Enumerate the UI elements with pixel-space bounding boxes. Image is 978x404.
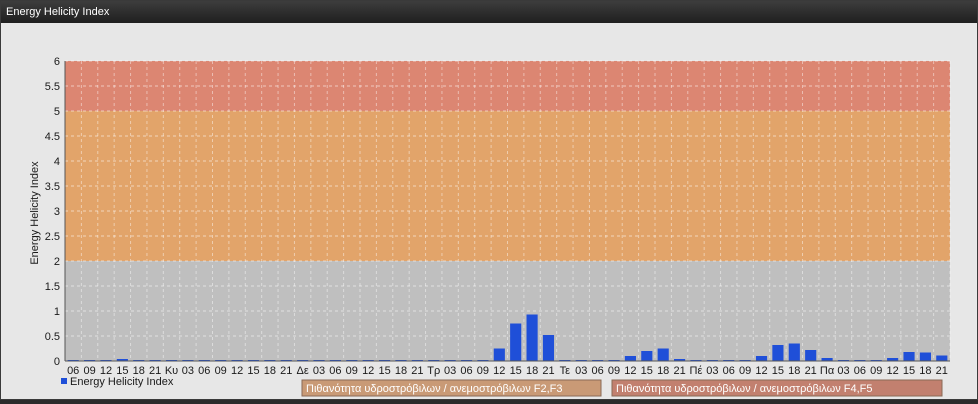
bar [526,314,538,361]
x-tick-label: 21 [411,365,423,377]
x-tick-label: 12 [362,365,374,377]
bar [624,356,636,361]
x-tick-label: Τρ [427,365,440,377]
y-tick-label: 2.5 [45,231,60,243]
bar [805,350,817,361]
bar [641,351,653,361]
x-tick-label: 12 [755,365,767,377]
x-tick-label: Πα [820,365,835,377]
legend-swatch-ehi [61,378,67,384]
y-tick-label: 0 [54,356,60,368]
x-tick-label: 09 [477,365,489,377]
x-tick-label: 06 [854,365,866,377]
y-tick-label: 0.5 [45,331,60,343]
y-tick-label: 5.5 [45,81,60,93]
bar [493,348,505,361]
band-legend-label-1: Πιθανότητα υδροστρόβιλων / ανεμοστρόβιλω… [306,383,563,395]
y-tick-label: 3 [54,206,60,218]
bar [788,343,800,361]
x-tick-label: 06 [592,365,604,377]
x-tick-label: 09 [608,365,620,377]
x-tick-label: 12 [887,365,899,377]
y-tick-label: 4 [54,156,60,168]
x-tick-label: 21 [542,365,554,377]
chart-panel: Energy Helicity Index 0 0.5 1 1.5 2 2.5 3 3.5 4 4… [0,0,978,400]
x-tick-label: 03 [706,365,718,377]
bar [919,352,931,361]
x-tick-label: 21 [280,365,292,377]
y-tick-label: 5 [54,106,60,118]
x-tick-label: 15 [247,365,259,377]
panel-title: Energy Helicity Index [1,1,977,23]
x-tick-label: 12 [231,365,243,377]
x-tick-label: Δε [297,365,309,377]
x-tick-label: 18 [657,365,669,377]
x-tick-label: 15 [378,365,390,377]
x-tick-label: 12 [493,365,505,377]
x-tick-label: 03 [182,365,194,377]
x-tick-label: 21 [805,365,817,377]
band-legend-label-2: Πιθανότητα υδροστρόβιλων / ανεμοστρόβιλω… [616,383,873,395]
x-tick-label: Πέ [690,365,703,377]
x-tick-label: 18 [264,365,276,377]
x-tick-label: 03 [575,365,587,377]
x-tick-label: 09 [346,365,358,377]
bar [542,335,555,361]
x-tick-label: Τε [560,365,571,377]
bar [772,345,784,361]
x-tick-label: 09 [870,365,882,377]
x-tick-label: 06 [198,365,210,377]
x-tick-label: 03 [837,365,849,377]
chart-area: 0 0.5 1 1.5 2 2.5 3 3.5 4 4.5 5 5.5 6 06 09 12 15 18 21 Κυ… [2,23,976,399]
x-tick-label: 21 [673,365,685,377]
x-tick-label: 21 [936,365,948,377]
x-tick-label: 03 [313,365,325,377]
x-tick-label: 09 [739,365,751,377]
x-tick-label: 18 [526,365,538,377]
legend: Energy Helicity Index [61,376,174,388]
y-tick-label: 4.5 [45,131,60,143]
bar [755,356,768,361]
x-tick-label: 03 [444,365,456,377]
x-tick-label: 15 [772,365,784,377]
x-tick-label: 09 [215,365,227,377]
energy-helicity-chart: 00.511.522.533.544.555.56 06 09 12 15 18 21 Κυ… [29,56,951,397]
x-tick-label: 15 [641,365,653,377]
x-tick-label: 15 [510,365,522,377]
x-tick-label: 06 [460,365,472,377]
x-tick-label: 15 [903,365,915,377]
x-tick-label: 18 [788,365,800,377]
x-tick-label: 18 [919,365,931,377]
y-axis-title: Energy Helicity Index [29,161,41,265]
bar [510,323,522,361]
x-tick-label: 06 [723,365,735,377]
x-tick-label: 18 [395,365,407,377]
x-tick-label: 06 [329,365,341,377]
legend-label-ehi: Energy Helicity Index [70,376,174,388]
bar [903,352,915,361]
bar [936,355,948,361]
bar [657,348,669,361]
y-tick-label: 1.5 [45,281,60,293]
y-tick-label: 2 [54,256,60,268]
y-tick-label: 3.5 [45,181,60,193]
y-tick-label: 1 [54,306,60,318]
y-tick-label: 6 [54,56,60,68]
x-tick-label: 12 [624,365,636,377]
